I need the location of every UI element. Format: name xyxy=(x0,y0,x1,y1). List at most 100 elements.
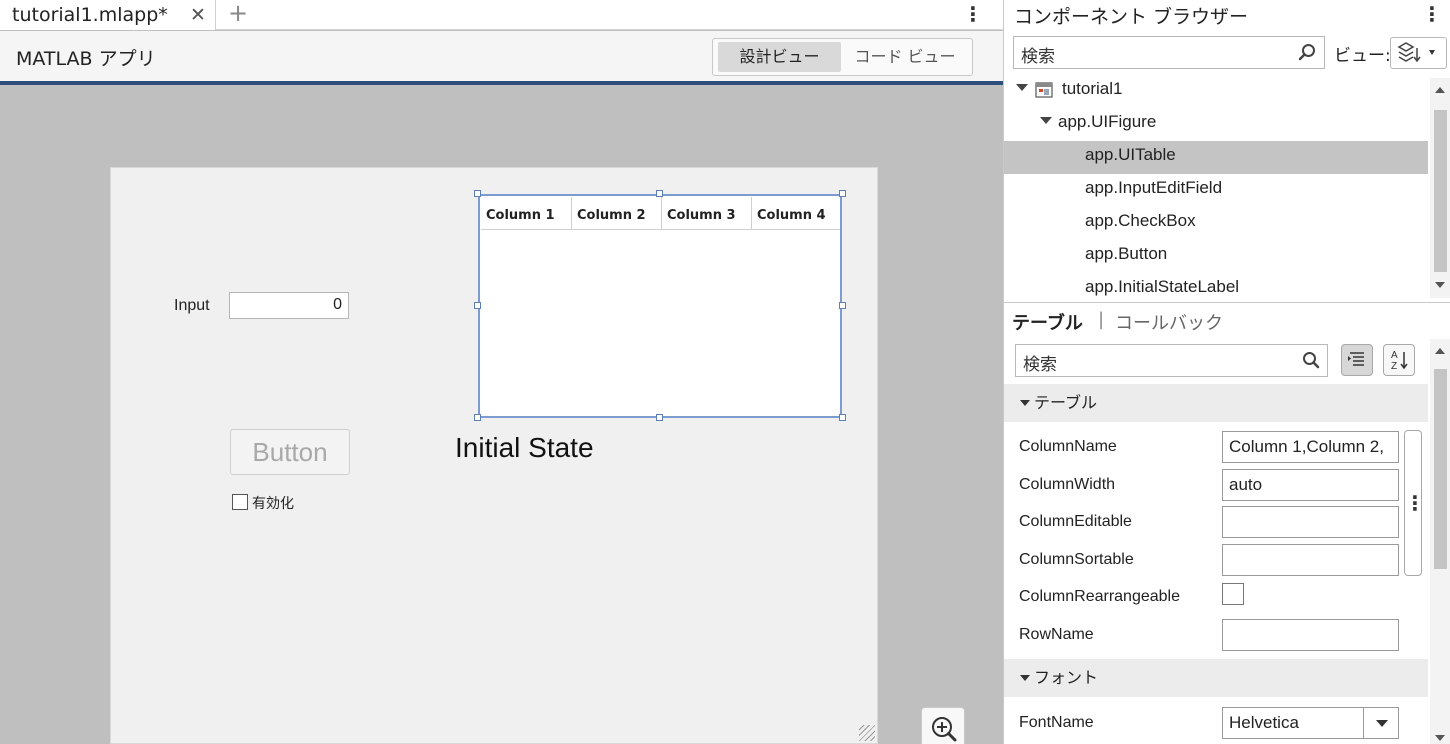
scroll-up-arrow[interactable] xyxy=(1435,87,1445,93)
property-row: ColumnEditable xyxy=(1004,502,1428,540)
figure-resize-grip[interactable] xyxy=(859,725,875,741)
property-name: ColumnRearrangeable xyxy=(1019,588,1180,606)
scroll-thumb[interactable] xyxy=(1434,110,1447,272)
tree-item[interactable]: app.UITable xyxy=(1004,141,1428,174)
search-placeholder: 検索 xyxy=(1021,47,1055,67)
tree-item-label: app.InitialStateLabel xyxy=(1085,277,1240,296)
tab-table[interactable]: テーブル xyxy=(1012,309,1083,335)
resize-handle[interactable] xyxy=(474,414,481,421)
table-column-header[interactable]: Column 1 xyxy=(481,197,572,230)
property-name: ColumnName xyxy=(1019,438,1117,455)
view-dropdown[interactable] xyxy=(1390,37,1447,69)
property-row: RowName xyxy=(1004,615,1428,653)
scroll-down-arrow[interactable] xyxy=(1435,735,1445,741)
sort-az-icon: A Z xyxy=(1391,350,1408,372)
dropdown-button[interactable] xyxy=(1363,707,1399,739)
resize-handle[interactable] xyxy=(839,414,846,421)
design-view-button[interactable]: 設計ビュー xyxy=(718,42,841,72)
resize-handle[interactable] xyxy=(656,414,663,421)
table-column-header[interactable]: Column 2 xyxy=(572,197,662,230)
tree-item-label: app.UITable xyxy=(1085,145,1176,164)
expand-arrow-icon[interactable] xyxy=(1016,84,1028,91)
ui-table[interactable]: Column 1 Column 2 Column 3 Column 4 xyxy=(478,194,842,418)
scroll-up-arrow[interactable] xyxy=(1435,348,1445,354)
property-value-field[interactable] xyxy=(1222,543,1399,576)
svg-text:A: A xyxy=(1391,350,1398,361)
more-options-icon[interactable]: ⋮ xyxy=(1422,2,1442,26)
layers-icon xyxy=(1397,42,1435,63)
component-search-input[interactable]: 検索 xyxy=(1013,36,1325,69)
input-edit-field[interactable]: 0 xyxy=(229,292,349,319)
property-row: ColumnWidth auto xyxy=(1004,465,1428,503)
more-options-icon[interactable]: ⋮ xyxy=(1404,430,1425,576)
scroll-thumb[interactable] xyxy=(1434,369,1447,569)
table-column-header[interactable]: Column 4 xyxy=(752,197,840,230)
designer-panel: tutorial1.mlapp* ✕ + ⋮ MATLAB アプリ 設計ビュー … xyxy=(0,0,1003,744)
tree-item-label: app.InputEditField xyxy=(1085,178,1223,197)
tree-item[interactable]: app.InputEditField xyxy=(1004,174,1428,207)
resize-handle[interactable] xyxy=(474,190,481,197)
property-name: FontName xyxy=(1019,714,1094,731)
search-icon xyxy=(1298,44,1315,61)
app-title: MATLAB アプリ xyxy=(16,48,156,70)
close-icon[interactable]: ✕ xyxy=(190,4,206,26)
scroll-down-arrow[interactable] xyxy=(1435,282,1445,288)
document-tab[interactable]: tutorial1.mlapp* ✕ xyxy=(0,0,216,30)
initial-state-label[interactable]: Initial State xyxy=(455,432,594,464)
table-header: Column 1 Column 2 Column 3 Column 4 xyxy=(481,197,840,230)
property-row: ColumnSortable xyxy=(1004,540,1428,578)
sort-alphabetical-button[interactable]: A Z xyxy=(1383,344,1415,376)
button[interactable]: Button xyxy=(230,429,350,475)
component-tree: tutorial1 app.UIFigure app.UITable app.Inpu… xyxy=(1004,75,1428,302)
font-name-value: Helvetica xyxy=(1229,713,1299,732)
property-value-field[interactable] xyxy=(1222,619,1399,651)
section-table-label: テーブル xyxy=(1034,393,1098,412)
ui-figure-canvas[interactable]: Input 0 Button 有効化 Initial State Column … xyxy=(110,167,878,744)
property-row: ColumnRearrangeable xyxy=(1004,577,1428,615)
enable-checkbox-label: 有効化 xyxy=(252,496,294,512)
tree-item[interactable]: app.Button xyxy=(1004,240,1428,273)
document-tab-bar: tutorial1.mlapp* ✕ + ⋮ xyxy=(0,0,1003,30)
property-name: ColumnSortable xyxy=(1019,550,1134,568)
resize-handle[interactable] xyxy=(839,302,846,309)
enable-checkbox[interactable] xyxy=(232,494,248,510)
section-table-header[interactable]: テーブル xyxy=(1004,384,1428,422)
property-name: ColumnWidth xyxy=(1019,475,1116,493)
resize-handle[interactable] xyxy=(474,302,481,309)
tab-callbacks[interactable]: コールバック xyxy=(1115,309,1223,335)
property-inspector: テーブル | コールバック 検索 A Z テーブル ColumnName Col… xyxy=(1004,302,1450,744)
group-view-button[interactable] xyxy=(1341,344,1373,376)
view-label: ビュー: xyxy=(1334,46,1391,66)
tree-item-label: app.CheckBox xyxy=(1085,211,1196,230)
code-view-button[interactable]: コード ビュー xyxy=(843,42,967,72)
search-placeholder: 検索 xyxy=(1023,355,1057,375)
property-value-field[interactable]: auto xyxy=(1222,468,1399,501)
tree-item[interactable]: tutorial1 xyxy=(1004,75,1428,108)
property-value-field[interactable]: Column 1,Column 2, xyxy=(1222,431,1399,463)
property-search-input[interactable]: 検索 xyxy=(1015,344,1328,377)
property-checkbox[interactable] xyxy=(1222,583,1244,606)
resize-handle[interactable] xyxy=(839,190,846,197)
tree-scrollbar[interactable] xyxy=(1430,78,1450,298)
svg-text:Z: Z xyxy=(1391,361,1397,372)
table-column-header[interactable]: Column 3 xyxy=(662,197,752,230)
document-tab-label: tutorial1.mlapp* xyxy=(12,4,168,26)
collapse-triangle-icon xyxy=(1020,675,1030,681)
tree-item[interactable]: app.UIFigure xyxy=(1004,108,1428,141)
zoom-button[interactable] xyxy=(921,707,965,744)
grouped-list-icon xyxy=(1348,352,1364,366)
more-options-icon[interactable]: ⋮ xyxy=(963,2,983,26)
input-label: Input xyxy=(174,297,210,314)
resize-handle[interactable] xyxy=(656,190,663,197)
expand-arrow-icon[interactable] xyxy=(1040,117,1052,124)
property-value-field[interactable] xyxy=(1222,506,1399,539)
tree-item[interactable]: app.CheckBox xyxy=(1004,207,1428,240)
property-name: ColumnEditable xyxy=(1019,513,1132,531)
tree-item-label: app.UIFigure xyxy=(1058,112,1157,131)
section-font-header[interactable]: フォント xyxy=(1004,659,1428,697)
collapse-triangle-icon xyxy=(1020,400,1030,406)
add-tab-icon[interactable]: + xyxy=(228,0,248,27)
property-row: FontName Helvetica xyxy=(1004,703,1428,741)
search-icon xyxy=(1303,352,1320,369)
inspector-scrollbar[interactable] xyxy=(1430,339,1450,744)
